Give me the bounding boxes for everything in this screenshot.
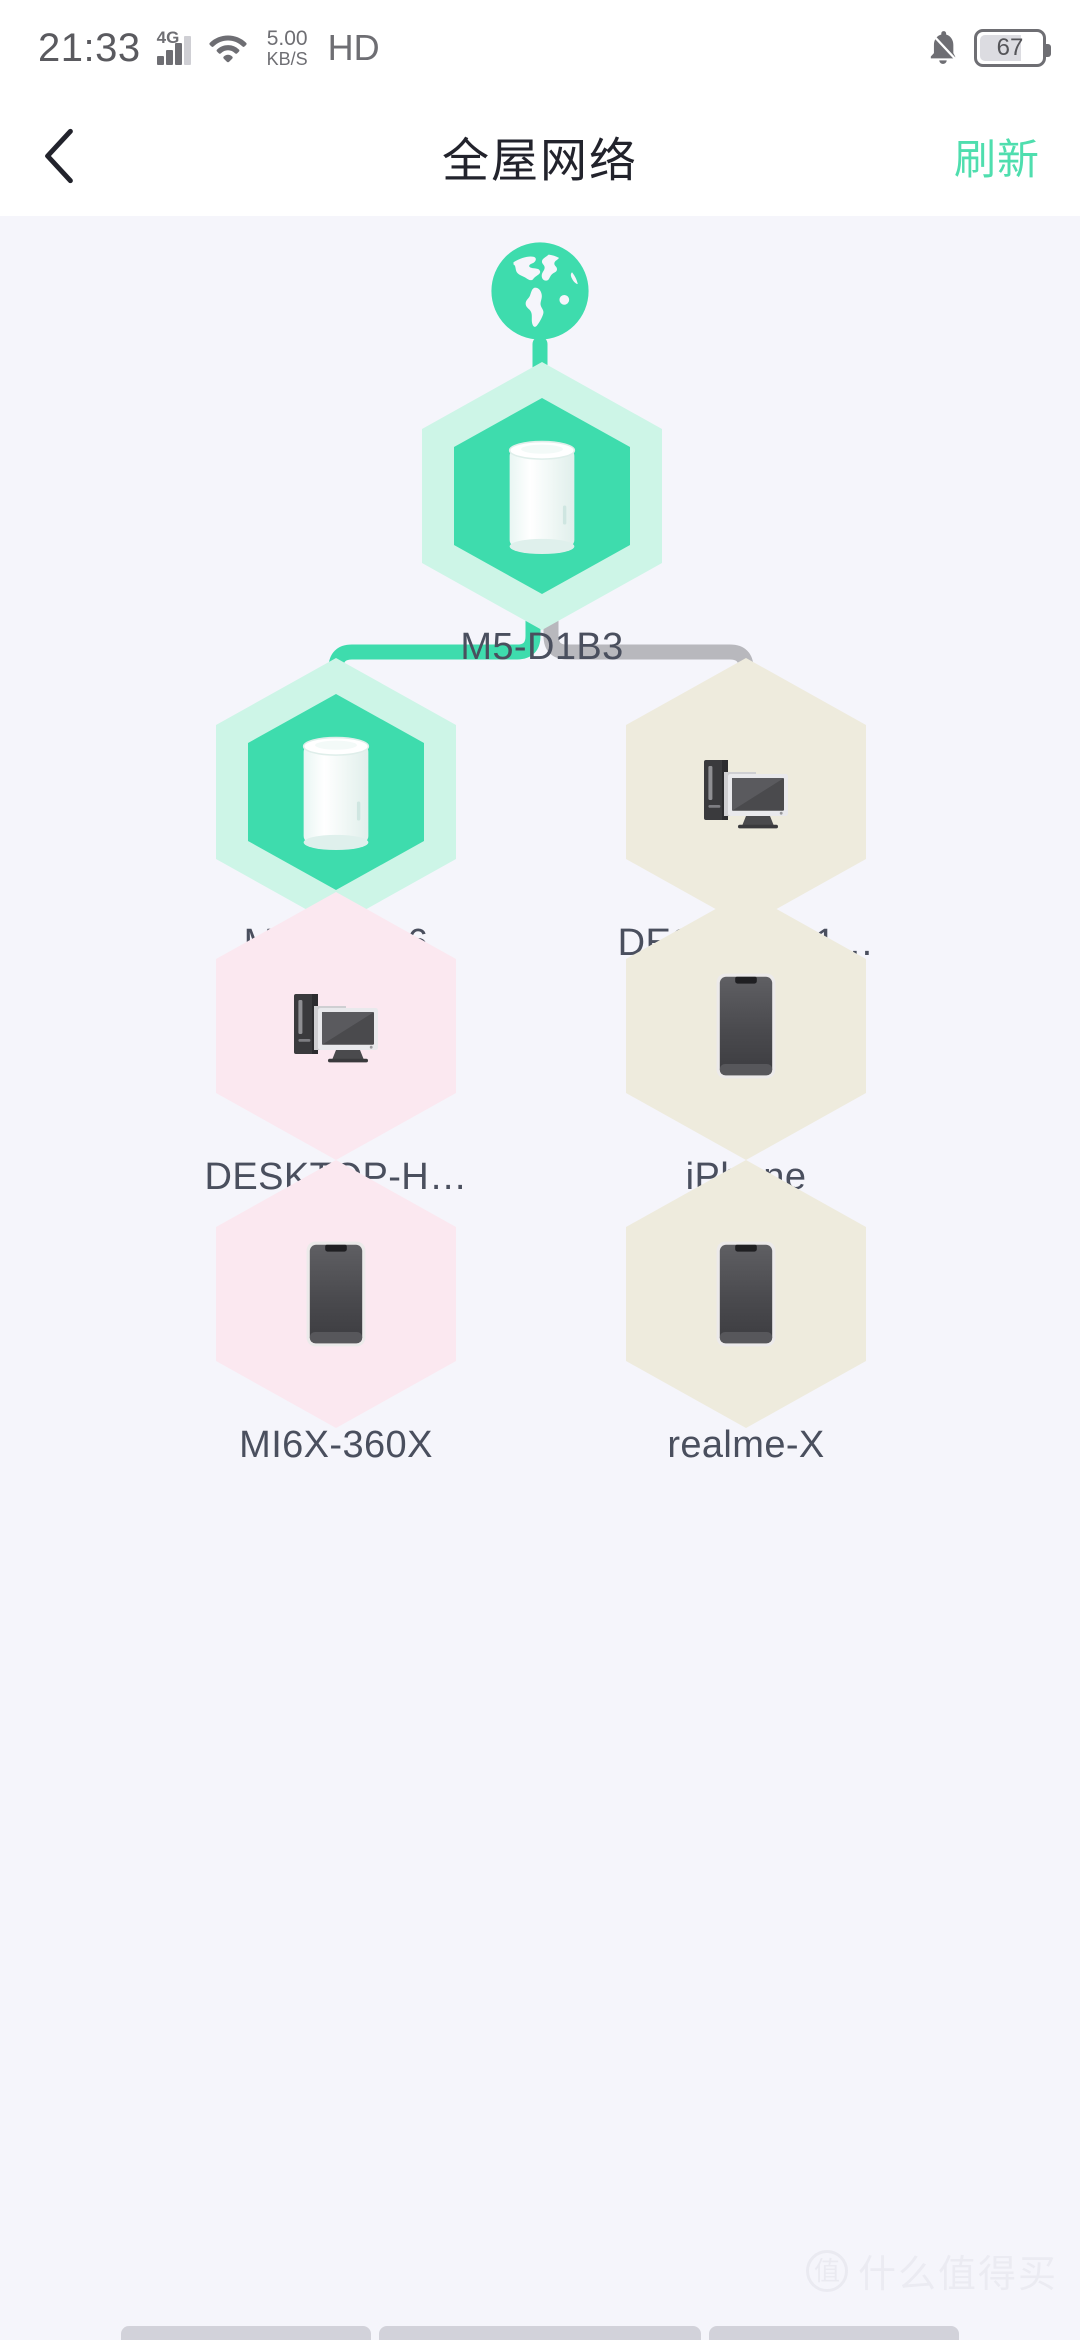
desktop-pc-icon [698,752,794,832]
device-node-realme-x[interactable]: realme-X [596,1160,896,1467]
nav-recents-pill[interactable] [709,2326,959,2340]
signal-bar-4 [183,36,191,65]
nav-back-pill[interactable] [121,2326,371,2340]
wifi-icon [209,35,247,63]
android-navigation-bar [0,2318,1080,2340]
smartphone-icon [715,972,777,1080]
watermark: 值 什么值得买 [805,2243,1058,2298]
bell-muted-icon [928,30,959,64]
router-icon [500,437,584,555]
back-button[interactable] [40,121,110,191]
battery-percent-label: 67 [996,34,1024,61]
internet-node[interactable] [390,238,690,344]
network-speed-unit: KB/S [266,48,308,69]
node-hexagon [216,1160,456,1428]
node-label: MI6X-360X [239,1424,433,1466]
network-speed-indicator: 5.00 KB/S [267,28,308,68]
watermark-text: 什么值得买 [857,2254,1058,2296]
status-bar-left: 21:33 4G 5.00 KB/S HD [38,28,380,68]
device-node-m5-d1b3[interactable]: M5-D1B3 [392,362,692,669]
status-clock: 21:33 [38,26,141,70]
network-speed-value: 5.00 [266,27,308,51]
status-bar-right: 67 [926,29,1051,67]
node-label: M5-D1B3 [460,626,624,668]
node-hexagon [216,658,456,926]
nav-home-pill[interactable] [379,2326,701,2340]
node-hexagon [626,658,866,926]
chevron-left-icon [45,128,73,184]
watermark-logo-icon: 值 [805,2249,848,2292]
network-type-label: 4G [156,28,180,47]
network-topology-canvas: M5-D1B3 M50-D1B6 [0,216,1080,2340]
battery-indicator: 67 [974,29,1051,67]
signal-bar-1 [156,56,164,65]
node-hexagon [422,362,662,630]
cellular-signal-icon: 4G [156,28,191,65]
node-hexagon [216,892,456,1160]
signal-bar-2 [165,50,173,65]
device-node-iphone[interactable]: iPhone [596,892,896,1199]
app-header: 全屋网络 刷新 [0,96,1080,216]
hd-voice-label: HD [327,27,380,68]
desktop-pc-icon [288,986,384,1066]
page-title: 全屋网络 [442,133,638,187]
node-hexagon [626,892,866,1160]
node-hexagon [626,1160,866,1428]
node-label: realme-X [667,1424,825,1466]
status-bar: 21:33 4G 5.00 KB/S HD 67 [0,0,1080,96]
device-node-desktop-h[interactable]: DESKTOP-H… [186,892,486,1199]
smartphone-icon [715,1240,777,1348]
globe-icon [491,242,589,340]
smartphone-icon [305,1240,367,1348]
device-node-mi6x-360x[interactable]: MI6X-360X [186,1160,486,1467]
router-icon [294,733,378,851]
refresh-button[interactable]: 刷新 [954,126,1040,187]
